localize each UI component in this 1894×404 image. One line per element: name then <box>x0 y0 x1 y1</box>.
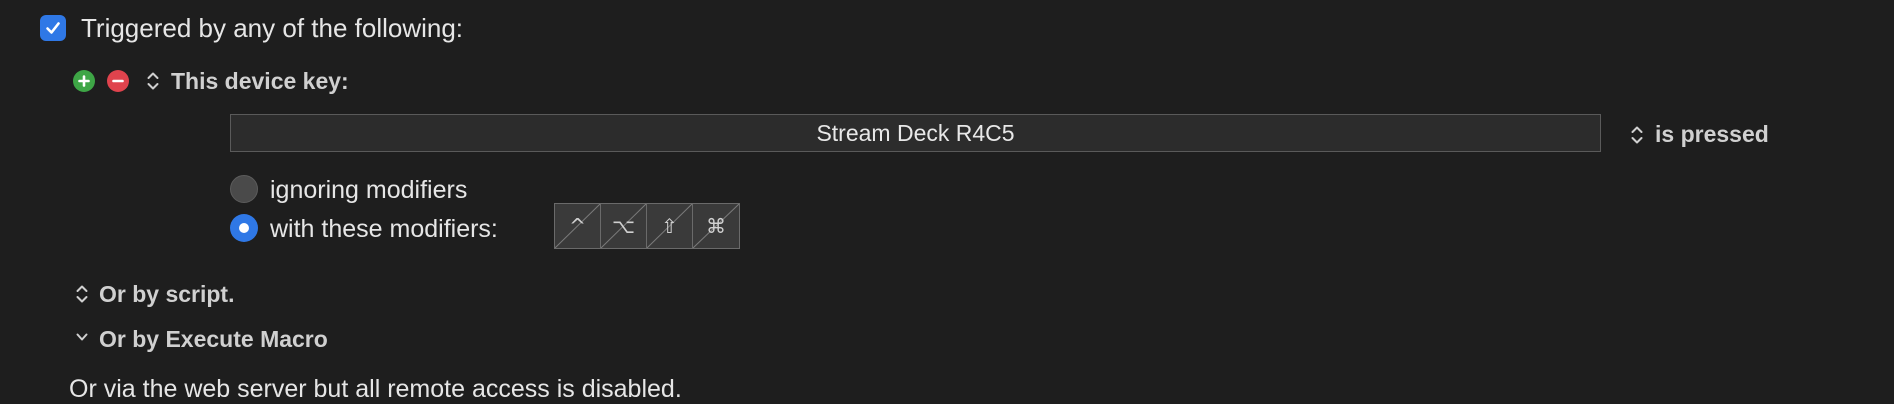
triggered-label: Triggered by any of the following: <box>81 13 464 43</box>
device-key-label[interactable]: This device key: <box>171 68 349 95</box>
chevron-down-icon <box>76 333 88 341</box>
up-down-chevron-icon <box>147 72 159 90</box>
option-modifier-key[interactable]: ⌥ <box>601 204 647 248</box>
execute-macro-disclosure[interactable] <box>75 330 89 344</box>
device-key-value: Stream Deck R4C5 <box>816 119 1015 146</box>
control-icon: ^ <box>569 214 586 238</box>
script-trigger-label[interactable]: Or by script. <box>99 281 234 308</box>
shift-modifier-key[interactable]: ⇧ <box>647 204 693 248</box>
trigger-type-popup[interactable] <box>146 69 160 93</box>
triggered-checkbox[interactable] <box>40 15 66 41</box>
modifier-keys-group: ^ ⌥ ⇧ ⌘ <box>554 203 740 249</box>
option-icon: ⌥ <box>611 214 636 238</box>
with-modifiers-label[interactable]: with these modifiers: <box>270 215 498 244</box>
checkmark-icon <box>46 22 60 34</box>
with-modifiers-radio[interactable] <box>230 214 258 242</box>
key-action-popup[interactable] <box>1630 123 1644 147</box>
script-trigger-popup[interactable] <box>75 282 89 306</box>
up-down-chevron-icon <box>1631 126 1643 144</box>
command-modifier-key[interactable]: ⌘ <box>693 204 739 248</box>
device-key-field[interactable]: Stream Deck R4C5 <box>230 114 1601 152</box>
minus-icon <box>112 79 124 83</box>
remove-trigger-button[interactable] <box>107 70 129 92</box>
add-trigger-button[interactable] <box>73 70 95 92</box>
ignoring-modifiers-label[interactable]: ignoring modifiers <box>270 176 467 205</box>
key-action-label[interactable]: is pressed <box>1655 121 1769 148</box>
plus-icon <box>78 75 90 87</box>
radio-selected-dot <box>239 223 249 233</box>
command-icon: ⌘ <box>706 214 726 238</box>
execute-macro-label[interactable]: Or by Execute Macro <box>99 326 328 353</box>
ignoring-modifiers-radio[interactable] <box>230 175 258 203</box>
shift-icon: ⇧ <box>661 214 678 238</box>
up-down-chevron-icon <box>76 285 88 303</box>
control-modifier-key[interactable]: ^ <box>555 204 601 248</box>
